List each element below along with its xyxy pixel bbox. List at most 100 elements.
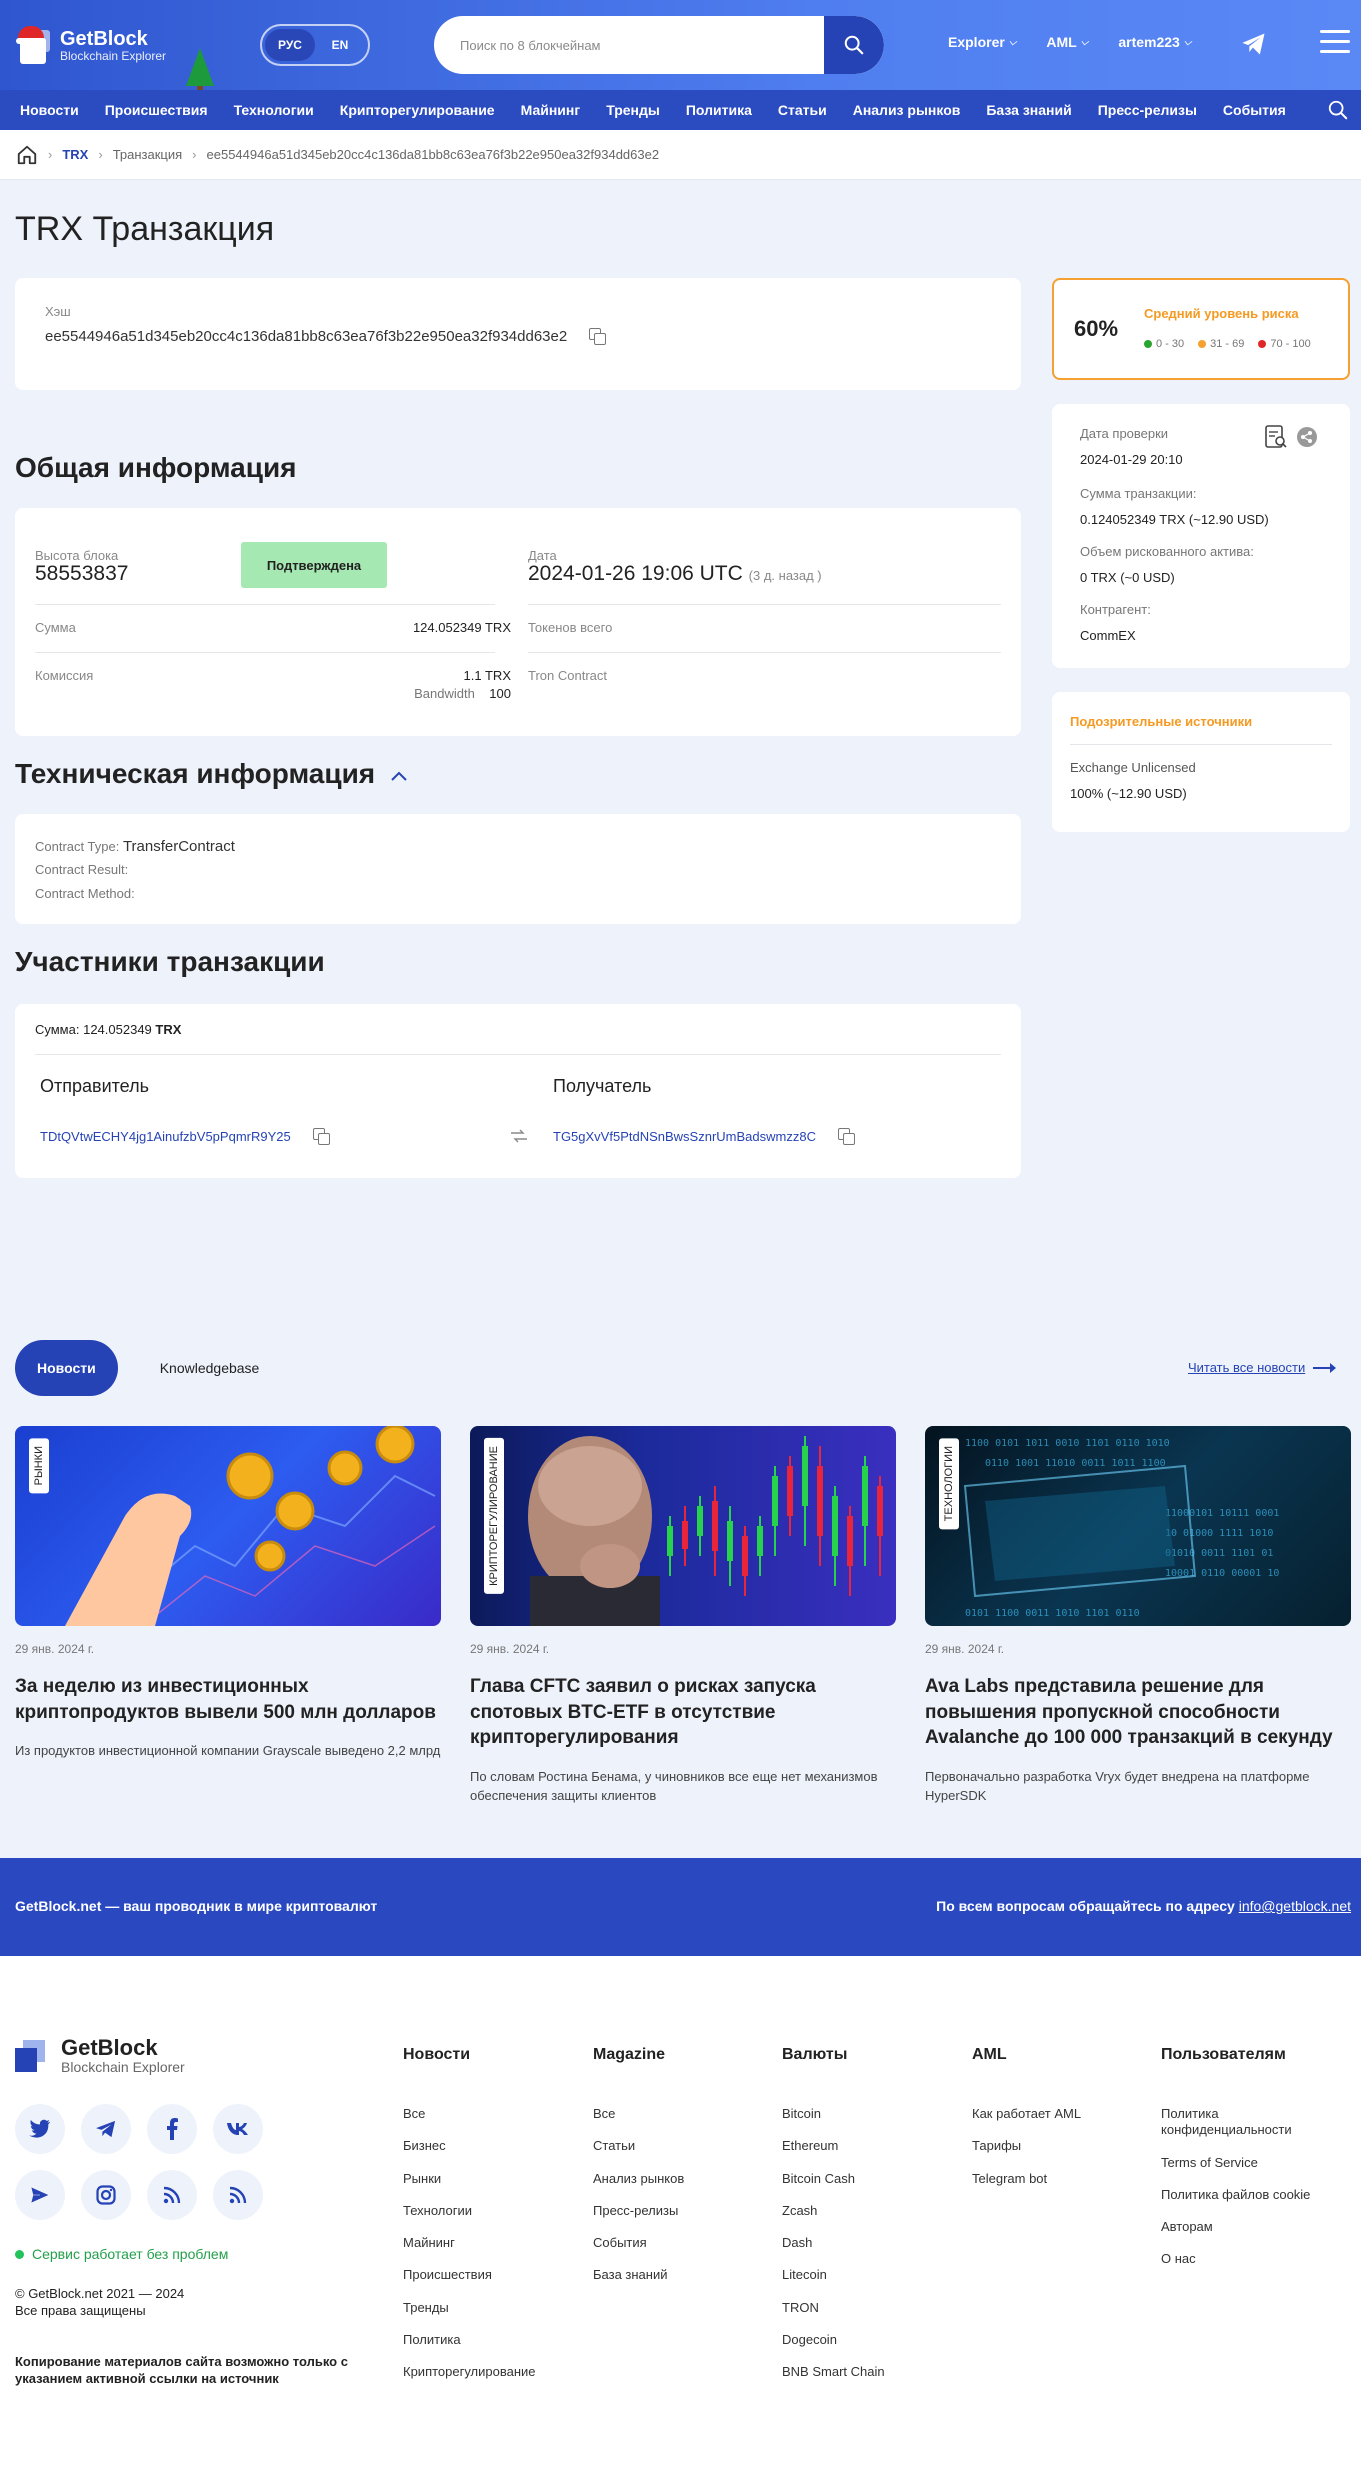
news-image[interactable]: РЫНКИ <box>15 1426 441 1626</box>
footer-link[interactable]: Terms of Service <box>1161 2155 1346 2171</box>
technical-heading[interactable]: Техническая информация <box>15 758 409 790</box>
contract-result-row: Contract Result: <box>35 862 129 877</box>
telegram-icon[interactable] <box>81 2104 131 2154</box>
telegram-icon[interactable] <box>1240 30 1268 58</box>
footer-link[interactable]: Майнинг <box>403 2235 536 2251</box>
chevron-right-icon: › <box>98 147 103 162</box>
block-height-value[interactable]: 58553837 <box>35 562 128 586</box>
footer-link[interactable]: Политика <box>403 2332 536 2348</box>
breadcrumb-section[interactable]: Транзакция <box>113 147 182 162</box>
copy-icon[interactable] <box>312 1128 330 1145</box>
footer-link[interactable]: База знаний <box>593 2267 684 2283</box>
footer-link[interactable]: Telegram bot <box>972 2171 1081 2187</box>
chevron-up-icon[interactable] <box>389 769 409 783</box>
lang-ru-button[interactable]: РУС <box>265 29 315 61</box>
category-knowledge[interactable]: База знаний <box>986 102 1071 118</box>
copy-icon[interactable] <box>837 1128 855 1145</box>
instagram-icon[interactable] <box>81 2170 131 2220</box>
contact-email-link[interactable]: info@getblock.net <box>1239 1898 1351 1914</box>
footer-link[interactable]: События <box>593 2235 684 2251</box>
footer-link[interactable]: Статьи <box>593 2138 684 2154</box>
nav-user-menu[interactable]: artem223 ⌵ <box>1118 34 1191 50</box>
rss-icon[interactable] <box>147 2170 197 2220</box>
footer-link[interactable]: Бизнес <box>403 2138 536 2154</box>
footer-link[interactable]: Ethereum <box>782 2138 885 2154</box>
footer-link[interactable]: Политика конфиденциальности <box>1161 2106 1346 2139</box>
category-tech[interactable]: Технологии <box>234 102 314 118</box>
sender-address[interactable]: TDtQVtwECHY4jg1AinufzbV5pPqmrR9Y25 <box>40 1128 330 1145</box>
suspicious-title: Подозрительные источники <box>1070 714 1253 729</box>
footer-link[interactable]: Bitcoin <box>782 2106 885 2122</box>
lang-en-button[interactable]: EN <box>315 29 365 61</box>
report-icon[interactable] <box>1264 424 1288 450</box>
chevron-down-icon: ⌵ <box>1080 36 1089 48</box>
share-icon[interactable] <box>1296 426 1318 448</box>
category-trends[interactable]: Тренды <box>606 102 660 118</box>
tab-knowledgebase[interactable]: Knowledgebase <box>138 1340 282 1396</box>
nav-aml[interactable]: AML ⌵ <box>1046 34 1088 50</box>
news-tag[interactable]: КРИПТОРЕГУЛИРОВАНИЕ <box>484 1438 504 1594</box>
footer-link[interactable]: Авторам <box>1161 2219 1346 2235</box>
home-icon[interactable] <box>16 144 38 166</box>
footer-link[interactable]: Тренды <box>403 2300 536 2316</box>
news-title[interactable]: За неделю из инвестиционных криптопродук… <box>15 1674 441 1725</box>
footer-logo[interactable]: GetBlock Blockchain Explorer <box>15 2035 185 2076</box>
footer-link[interactable]: Dash <box>782 2235 885 2251</box>
vk-icon[interactable] <box>213 2104 263 2154</box>
category-mining[interactable]: Майнинг <box>521 102 581 118</box>
footer-link[interactable]: Крипторегулирование <box>403 2364 536 2380</box>
news-tag[interactable]: ТЕХНОЛОГИИ <box>939 1438 959 1530</box>
news-image[interactable]: 1100 0101 1011 0010 1101 0110 1010 0110 … <box>925 1426 1351 1626</box>
menu-hamburger-icon[interactable] <box>1320 30 1350 60</box>
send-icon[interactable] <box>15 2170 65 2220</box>
footer-link[interactable]: Zcash <box>782 2203 885 2219</box>
footer-link[interactable]: Bitcoin Cash <box>782 2171 885 2187</box>
read-all-news-link[interactable]: Читать все новости <box>1188 1360 1337 1375</box>
category-incidents[interactable]: Происшествия <box>105 102 208 118</box>
news-date: 29 янв. 2024 г. <box>925 1642 1005 1656</box>
category-press[interactable]: Пресс-релизы <box>1098 102 1197 118</box>
footer-link[interactable]: Как работает AML <box>972 2106 1081 2122</box>
footer-link[interactable]: Рынки <box>403 2171 536 2187</box>
search-input[interactable] <box>434 37 824 53</box>
tab-news[interactable]: Новости <box>15 1340 118 1396</box>
footer-link[interactable]: BNB Smart Chain <box>782 2364 885 2380</box>
footer-link[interactable]: Все <box>403 2106 536 2122</box>
footer-link[interactable]: Dogecoin <box>782 2332 885 2348</box>
footer-link[interactable]: О нас <box>1161 2251 1346 2267</box>
check-date-label: Дата проверки <box>1080 426 1169 441</box>
category-market-analysis[interactable]: Анализ рынков <box>853 102 961 118</box>
rss-icon[interactable] <box>213 2170 263 2220</box>
news-card[interactable]: 1100 0101 1011 0010 1101 0110 1010 0110 … <box>925 1426 1351 1806</box>
footer-link[interactable]: Политика файлов cookie <box>1161 2187 1346 2203</box>
news-card[interactable]: КРИПТОРЕГУЛИРОВАНИЕ 29 янв. 2024 г. Глав… <box>470 1426 896 1806</box>
nav-explorer[interactable]: Explorer ⌵ <box>948 34 1016 50</box>
footer-link[interactable]: Тарифы <box>972 2138 1081 2154</box>
category-politics[interactable]: Политика <box>686 102 752 118</box>
news-title[interactable]: Ava Labs представила решение для повышен… <box>925 1674 1351 1751</box>
footer-link[interactable]: Все <box>593 2106 684 2122</box>
copy-icon[interactable] <box>589 328 607 345</box>
facebook-icon[interactable] <box>147 2104 197 2154</box>
category-regulation[interactable]: Крипторегулирование <box>340 102 495 118</box>
news-card[interactable]: РЫНКИ 29 янв. 2024 г. За неделю из инвес… <box>15 1426 441 1761</box>
receiver-address[interactable]: TG5gXvVf5PtdNSnBwsSznrUmBadswmzz8C <box>553 1128 855 1145</box>
twitter-icon[interactable] <box>15 2104 65 2154</box>
footer-link[interactable]: Анализ рынков <box>593 2171 684 2187</box>
footer-link[interactable]: TRON <box>782 2300 885 2316</box>
news-image[interactable]: КРИПТОРЕГУЛИРОВАНИЕ <box>470 1426 896 1626</box>
breadcrumb-coin[interactable]: TRX <box>62 147 88 162</box>
news-description: Первоначально разработка Vryx будет внед… <box>925 1768 1310 1804</box>
footer-link[interactable]: Litecoin <box>782 2267 885 2283</box>
footer-link[interactable]: Пресс-релизы <box>593 2203 684 2219</box>
category-events[interactable]: События <box>1223 102 1286 118</box>
search-icon[interactable] <box>1327 99 1349 121</box>
search-button[interactable] <box>824 16 884 74</box>
category-articles[interactable]: Статьи <box>778 102 827 118</box>
footer-link[interactable]: Происшествия <box>403 2267 536 2283</box>
news-title[interactable]: Глава CFTC заявил о рисках запуска спото… <box>470 1674 896 1751</box>
footer-link[interactable]: Технологии <box>403 2203 536 2219</box>
site-logo[interactable]: GetBlock Blockchain Explorer <box>14 22 214 92</box>
news-tag[interactable]: РЫНКИ <box>29 1438 49 1494</box>
category-news[interactable]: Новости <box>20 102 79 118</box>
